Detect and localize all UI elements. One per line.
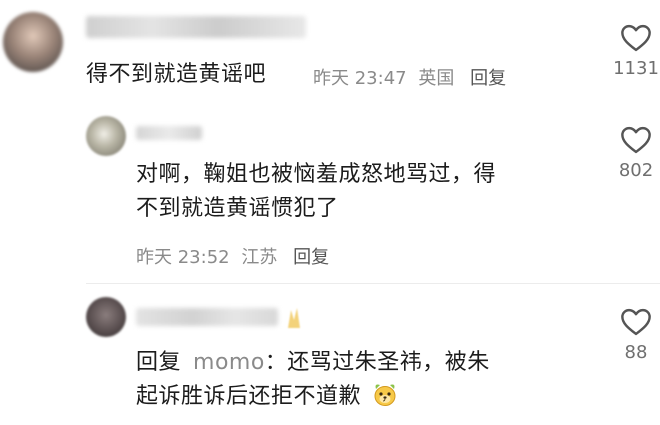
divider (86, 283, 660, 284)
comment-meta: 昨天 23:47 英国 回复 (313, 64, 506, 90)
comment-text-line: 回复 momo：还骂过朱圣祎，被朱 (136, 346, 490, 380)
username-redacted[interactable] (86, 16, 306, 38)
reply-button[interactable]: 回复 (470, 68, 506, 89)
comment-text-continued: 起诉胜诉后还拒不道歉 (136, 384, 362, 409)
badge-icon (288, 308, 300, 328)
dog-emoji-icon (374, 384, 396, 406)
comment-time: 昨天 23:47 (313, 68, 407, 89)
like-button[interactable]: 802 (608, 124, 660, 181)
reply-button[interactable]: 回复 (293, 247, 329, 268)
like-count: 88 (624, 342, 648, 363)
reply-prefix: 回复 (136, 350, 182, 375)
like-button[interactable]: 1131 (608, 22, 660, 79)
like-count: 802 (618, 160, 654, 181)
comment-meta: 昨天 23:52 江苏 回复 (136, 243, 329, 269)
comment-text-continued: ：还骂过朱圣祎，被朱 (264, 350, 490, 375)
heart-icon (621, 24, 651, 52)
heart-icon (621, 308, 651, 336)
comment-location: 英国 (418, 68, 455, 89)
mention-link[interactable]: momo (193, 350, 265, 375)
comment-text-line: 不到就造黄谣惯犯了 (136, 196, 339, 221)
comment-text-line: 起诉胜诉后还拒不道歉 (136, 380, 490, 414)
username-redacted[interactable] (136, 308, 278, 326)
like-button[interactable]: 88 (608, 306, 660, 363)
comment-location: 江苏 (241, 247, 278, 268)
comment-text: 回复 momo：还骂过朱圣祎，被朱 起诉胜诉后还拒不道歉 (136, 346, 490, 414)
comment-time: 昨天 23:52 (136, 247, 230, 268)
comment-text-line: 对啊，鞠姐也被恼羞成怒地骂过，得 (136, 162, 497, 187)
username-redacted[interactable] (136, 126, 202, 140)
avatar[interactable] (86, 116, 126, 156)
avatar[interactable] (3, 12, 63, 72)
comment-text: 得不到就造黄谣吧 (86, 62, 267, 87)
heart-icon (621, 126, 651, 154)
comment-text: 对啊，鞠姐也被恼羞成怒地骂过，得 不到就造黄谣惯犯了 (136, 158, 496, 226)
like-count: 1131 (613, 58, 659, 79)
avatar[interactable] (86, 297, 126, 337)
